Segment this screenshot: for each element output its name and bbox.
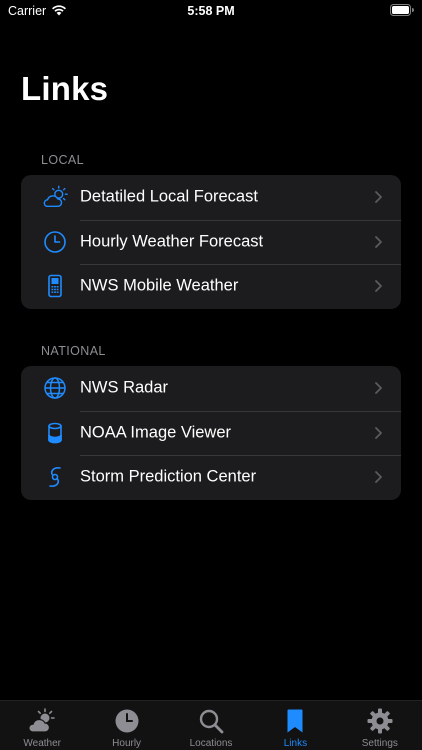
status-bar: Carrier 5:58 PM <box>0 0 422 24</box>
tab-locations[interactable]: Locations <box>169 701 253 750</box>
battery-icon <box>390 4 414 16</box>
bookmark-icon <box>287 709 303 733</box>
tab-bar: Weather Hourly Locations Links Settings <box>0 700 422 750</box>
tab-label: Weather <box>23 738 62 749</box>
tab-label: Locations <box>189 738 233 749</box>
tab-label: Hourly <box>112 738 142 749</box>
chevron-right-icon <box>375 426 382 439</box>
tab-settings[interactable]: Settings <box>338 701 422 750</box>
globe-icon <box>41 374 69 402</box>
link-detailed-local-forecast[interactable]: Detatiled Local Forecast <box>21 175 401 220</box>
chevron-right-icon <box>375 235 382 248</box>
mobile-phone-icon <box>41 272 69 300</box>
link-label: Detatiled Local Forecast <box>80 187 258 206</box>
search-icon <box>199 709 224 734</box>
tab-label: Links <box>283 738 308 749</box>
link-hourly-weather-forecast[interactable]: Hourly Weather Forecast <box>21 219 401 265</box>
clock-icon <box>115 709 139 733</box>
cylinder-icon <box>41 419 69 447</box>
national-links-group: NWS Radar NOAA Image Viewer Storm Predic… <box>21 366 401 500</box>
tab-label: Settings <box>361 738 398 749</box>
page-title: Links <box>21 70 109 107</box>
link-nws-radar[interactable]: NWS Radar <box>21 366 401 411</box>
local-links-group: Detatiled Local Forecast Hourly Weather … <box>21 175 401 309</box>
hurricane-icon <box>41 463 69 491</box>
cloud-sun-icon <box>28 708 56 733</box>
tab-links[interactable]: Links <box>253 701 337 750</box>
link-nws-mobile-weather[interactable]: NWS Mobile Weather <box>21 264 401 309</box>
section-header-national: NATIONAL <box>41 344 106 358</box>
chevron-right-icon <box>375 280 382 293</box>
partly-cloudy-icon <box>41 183 69 211</box>
link-label: Storm Prediction Center <box>80 467 257 486</box>
link-storm-prediction-center[interactable]: Storm Prediction Center <box>21 455 401 500</box>
link-label: Hourly Weather Forecast <box>80 232 264 251</box>
chevron-right-icon <box>375 382 382 395</box>
status-time: 5:58 PM <box>187 4 235 18</box>
gear-icon <box>367 708 393 734</box>
tab-weather[interactable]: Weather <box>0 701 84 750</box>
link-label: NWS Radar <box>80 378 169 397</box>
chevron-right-icon <box>375 471 382 484</box>
tab-hourly[interactable]: Hourly <box>84 701 168 750</box>
clock-icon <box>41 228 69 256</box>
chevron-right-icon <box>375 191 382 204</box>
link-noaa-image-viewer[interactable]: NOAA Image Viewer <box>21 410 401 456</box>
link-label: NOAA Image Viewer <box>80 423 232 442</box>
section-header-local: LOCAL <box>41 153 84 167</box>
link-label: NWS Mobile Weather <box>80 276 239 295</box>
